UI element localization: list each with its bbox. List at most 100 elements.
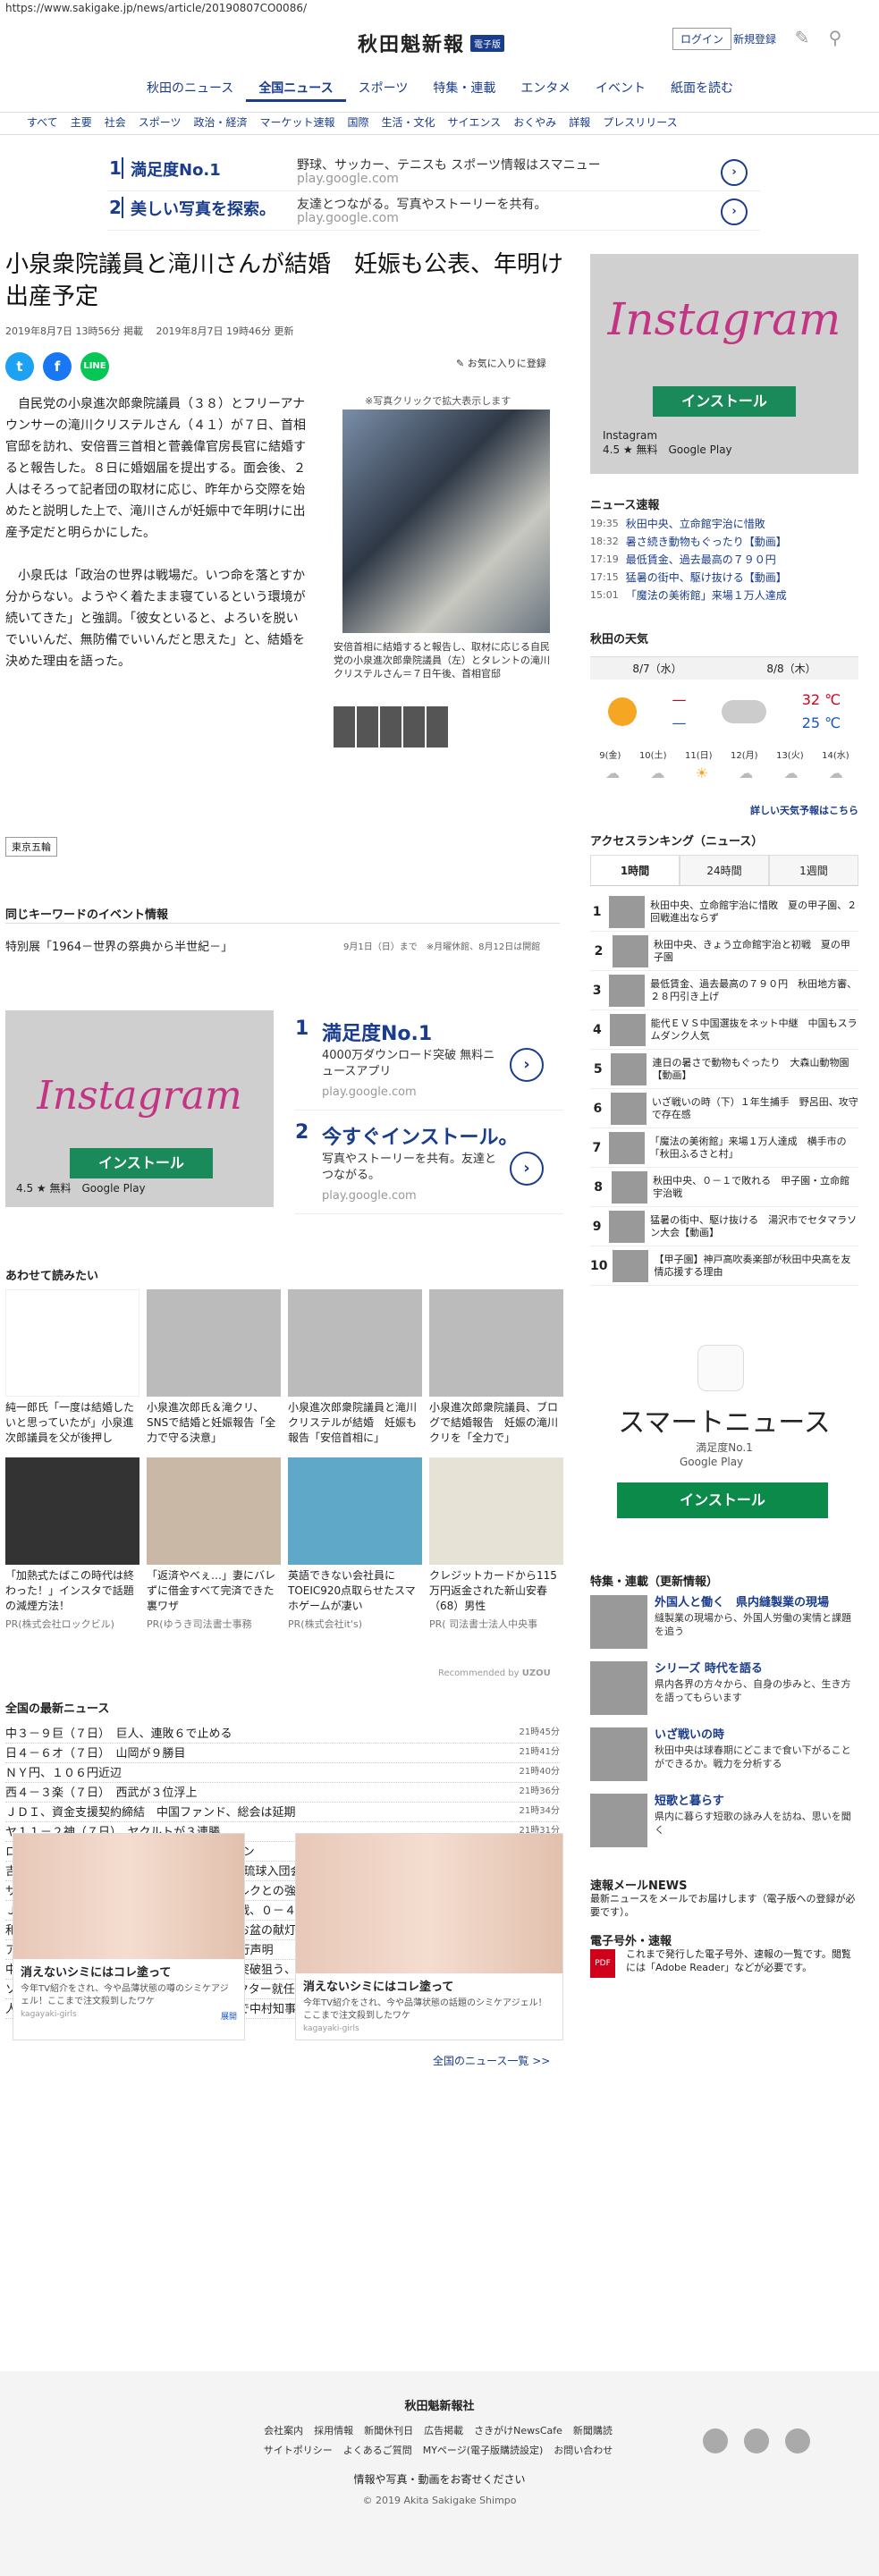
thumbnail[interactable] xyxy=(334,706,355,747)
feature-item[interactable]: シリーズ 時代を語る 県内各界の方々から、自身の歩みと、生き方を語ってもらいます xyxy=(590,1661,858,1715)
latest-news-item[interactable]: ＮＹ円、１０６円近辺 21時40分 xyxy=(5,1763,560,1783)
also-card[interactable]: 英語できない会社員にTOEIC920点取らせたスマホゲームが凄い PR(株式会社i… xyxy=(288,1457,422,1631)
subnav-item[interactable]: 詳報 xyxy=(569,114,590,130)
pdf-icon[interactable]: PDF xyxy=(590,1949,615,1978)
subnav-item[interactable]: サイエンス xyxy=(448,114,502,130)
favorite-button[interactable]: ✎ お気に入りに登録 xyxy=(456,356,546,370)
ranking-item[interactable]: 6 いざ戦いの時（下）１年生捕手 野呂田、攻守で存在感 xyxy=(590,1089,858,1128)
ad-expand[interactable]: 展開 xyxy=(221,2010,237,2022)
also-card[interactable]: 純一郎氏「一度は結婚したいと思っていたが」小泉進次郎議員を父が後押し xyxy=(5,1289,139,1448)
footer-link[interactable]: よくあるご質問 xyxy=(343,2445,412,2456)
also-card[interactable]: クレジットカードから115万円返金された新山安春（68）男性 PR( 司法書士法人… xyxy=(429,1457,563,1631)
footer-link[interactable]: 新聞購読 xyxy=(573,2425,613,2437)
tab-24hour[interactable]: 24時間 xyxy=(680,855,769,885)
nav-features[interactable]: 特集・連載 xyxy=(420,72,508,102)
latest-news-item[interactable]: 西４－３楽（７日） 西武が３位浮上 21時36分 xyxy=(5,1783,560,1803)
line-icon[interactable]: LINE xyxy=(80,352,109,381)
ranking-item[interactable]: 10 【甲子園】神戸高吹奏楽部が秋田中央高を友情応援する理由 xyxy=(590,1246,858,1286)
rss-icon[interactable] xyxy=(785,2428,810,2454)
subnav-item[interactable]: プレスリリース xyxy=(603,114,677,130)
feature-item[interactable]: 短歌と暮らす 県内に暮らす短歌の詠み人を訪ね、思いを聞く xyxy=(590,1794,858,1847)
nav-akita[interactable]: 秋田のニュース xyxy=(134,72,246,102)
footer-link[interactable]: 会社案内 xyxy=(264,2425,303,2437)
breaking-item[interactable]: 17:19 最低賃金、過去最高の７９０円 xyxy=(590,551,858,569)
subnav-item[interactable]: マーケット速報 xyxy=(260,114,335,130)
article-photo[interactable] xyxy=(342,410,550,633)
subnav-item[interactable]: 生活・文化 xyxy=(382,114,435,130)
nav-paper[interactable]: 紙面を読む xyxy=(658,72,746,102)
sidebar-instagram-ad[interactable]: Instagram インストール Instagram 4.5 ★ 無料 Googl… xyxy=(590,254,858,474)
login-button[interactable]: ログイン xyxy=(672,28,732,50)
subnav-item[interactable]: おくやみ xyxy=(513,114,556,130)
ranking-item[interactable]: 7 「魔法の美術館」来場１万人達成 横手市の「秋田ふるさと村」 xyxy=(590,1128,858,1168)
footer-send[interactable]: 情報や写真・動画をお寄せください xyxy=(0,2471,879,2487)
search-icon[interactable]: ⚲ xyxy=(824,27,846,48)
ranking-item[interactable]: 4 能代ＥＶＳ中国選抜をネット中継 中国もスラムダンク人気 xyxy=(590,1010,858,1050)
facebook-icon[interactable] xyxy=(744,2428,769,2454)
tab-1hour[interactable]: 1時間 xyxy=(590,855,680,885)
ranking-item[interactable]: 3 最低賃金、過去最高の７９０円 秋田地方審、２８円引き上げ xyxy=(590,971,858,1010)
smartnews-ad[interactable]: スマートニュース 満足度No.1 Google Play インストール xyxy=(590,1345,858,1550)
register-link[interactable]: 新規登録 xyxy=(733,31,776,46)
subnav-item[interactable]: すべて xyxy=(27,114,58,130)
latest-news-item[interactable]: ＪＤＩ、資金支援契約締結 中国ファンド、総会は延期 21時34分 xyxy=(5,1803,560,1822)
chevron-right-icon[interactable]: › xyxy=(721,198,748,225)
chevron-right-icon[interactable]: › xyxy=(721,159,748,186)
facebook-icon[interactable]: f xyxy=(43,352,72,381)
nav-national[interactable]: 全国ニュース xyxy=(246,72,346,102)
chevron-right-icon[interactable]: › xyxy=(510,1048,544,1082)
ranking-item[interactable]: 1 秋田中央、立命館宇治に惜敗 夏の甲子園、２回戦進出ならず xyxy=(590,892,858,932)
latest-news-item[interactable]: 中３－９巨（７日） 巨人、連敗６で止める 21時45分 xyxy=(5,1724,560,1744)
breaking-item[interactable]: 19:35 秋田中央、立命館宇治に惜敗 xyxy=(590,515,858,533)
also-card[interactable]: 「返済やべぇ…」妻にバレずに借金すべて完済できた裏ワザ PR(ゆうき司法書士事務 xyxy=(147,1457,281,1631)
top-ad-2[interactable]: 2 美しい写真を探索。 友達とつながる。写真やストーリーを共有。 play.go… xyxy=(107,190,760,231)
twitter-icon[interactable] xyxy=(703,2428,728,2454)
thumbnail[interactable] xyxy=(357,706,378,747)
site-logo[interactable]: 秋田魁新報 電子版 xyxy=(358,30,510,56)
text-ad[interactable]: 1 満足度No.1 4000万ダウンロード突破 無料ニュースアプリ play.g… xyxy=(295,1012,563,1111)
top-ad-1[interactable]: 1 満足度No.1 野球、サッカー、テニスも スポーツ情報はスマニュー play… xyxy=(107,150,760,191)
chevron-right-icon[interactable]: › xyxy=(510,1152,544,1186)
subnav-item[interactable]: 国際 xyxy=(348,114,369,130)
thumbnail[interactable] xyxy=(403,706,425,747)
subnav-item[interactable]: 主要 xyxy=(71,114,92,130)
ranking-item[interactable]: 8 秋田中央、０－１で敗れる 甲子園・立命館宇治戦 xyxy=(590,1168,858,1207)
footer-link[interactable]: お問い合わせ xyxy=(554,2445,613,2456)
subnav-item[interactable]: スポーツ xyxy=(139,114,182,130)
ranking-item[interactable]: 5 連日の暑さで動物もぐったり 大森山動物園【動画】 xyxy=(590,1050,858,1089)
also-card[interactable]: 「加熱式たばこの時代は終わった！」インスタで話題の減煙方法！ PR(株式会社ロック… xyxy=(5,1457,139,1631)
thumbnail[interactable] xyxy=(427,706,448,747)
footer-link[interactable]: 新聞休刊日 xyxy=(364,2425,413,2437)
latest-news-item[interactable]: 日４－６オ（７日） 山岡が９勝目 21時41分 xyxy=(5,1744,560,1763)
footer-link[interactable]: MYページ(電子版購読設定) xyxy=(423,2445,544,2456)
all-news-link[interactable]: 全国のニュース一覧 >> xyxy=(433,2053,550,2068)
clip-icon[interactable]: ✎ xyxy=(791,27,813,48)
also-card[interactable]: 小泉進次郎氏＆滝クリ、SNSで結婚と妊娠報告「全力で守る決意」 xyxy=(147,1289,281,1448)
also-card[interactable]: 小泉進次郎衆院議員と滝川クリステルが結婚 妊娠も報告「安倍首相に」 xyxy=(288,1289,422,1448)
breaking-item[interactable]: 15:01 「魔法の美術館」来場１万人達成 xyxy=(590,587,858,604)
nav-events[interactable]: イベント xyxy=(583,72,658,102)
install-button[interactable]: インストール xyxy=(70,1148,213,1178)
install-button[interactable]: インストール xyxy=(617,1482,828,1518)
footer-link[interactable]: 採用情報 xyxy=(314,2425,353,2437)
also-card[interactable]: 小泉進次郎衆院議員、ブログで結婚報告 妊娠の滝川クリを「全力で」 xyxy=(429,1289,563,1448)
feature-item[interactable]: 外国人と働く 県内縫製業の現場 縫製業の現場から、外国人労働の実情と課題を追う xyxy=(590,1595,858,1649)
breaking-item[interactable]: 18:32 暑さ続き動物もぐったり【動画】 xyxy=(590,533,858,551)
ranking-item[interactable]: 9 猛暑の街中、駆け抜ける 湯沢市でセタマラソン大会【動画】 xyxy=(590,1207,858,1246)
breaking-item[interactable]: 17:15 猛暑の街中、駆け抜ける【動画】 xyxy=(590,569,858,587)
article-tag[interactable]: 東京五輪 xyxy=(5,837,57,857)
text-ad[interactable]: 2 今すぐインストール。 写真やストーリーを共有。友達とつながる。 play.g… xyxy=(295,1116,563,1214)
instagram-ad[interactable]: Instagram インストール 4.5 ★ 無料 Google Play xyxy=(5,1010,274,1207)
footer-link[interactable]: さきがけNewsCafe xyxy=(474,2425,562,2437)
thumbnail[interactable] xyxy=(380,706,401,747)
bottom-ad-1[interactable]: 消えないシミにはコレ塗って 今年TV紹介をされ、今や品薄状態の噂のシミケアジェル… xyxy=(13,1833,245,2040)
footer-link[interactable]: 広告掲載 xyxy=(424,2425,463,2437)
subnav-item[interactable]: 政治・経済 xyxy=(193,114,247,130)
bottom-ad-2[interactable]: 消えないシミにはコレ塗って 今年TV紹介をされ、今や品薄状態の話題のシミケアジェ… xyxy=(295,1833,563,2040)
tab-1week[interactable]: 1週間 xyxy=(769,855,858,885)
footer-link[interactable]: サイトポリシー xyxy=(264,2445,333,2456)
nav-entame[interactable]: エンタメ xyxy=(508,72,583,102)
keyword-event[interactable]: 特別展「1964－世界の祭典から半世紀－」 xyxy=(5,937,232,954)
ranking-item[interactable]: 2 秋田中央、きょう立命館宇治と初戦 夏の甲子園 xyxy=(590,932,858,971)
subnav-item[interactable]: 社会 xyxy=(105,114,126,130)
